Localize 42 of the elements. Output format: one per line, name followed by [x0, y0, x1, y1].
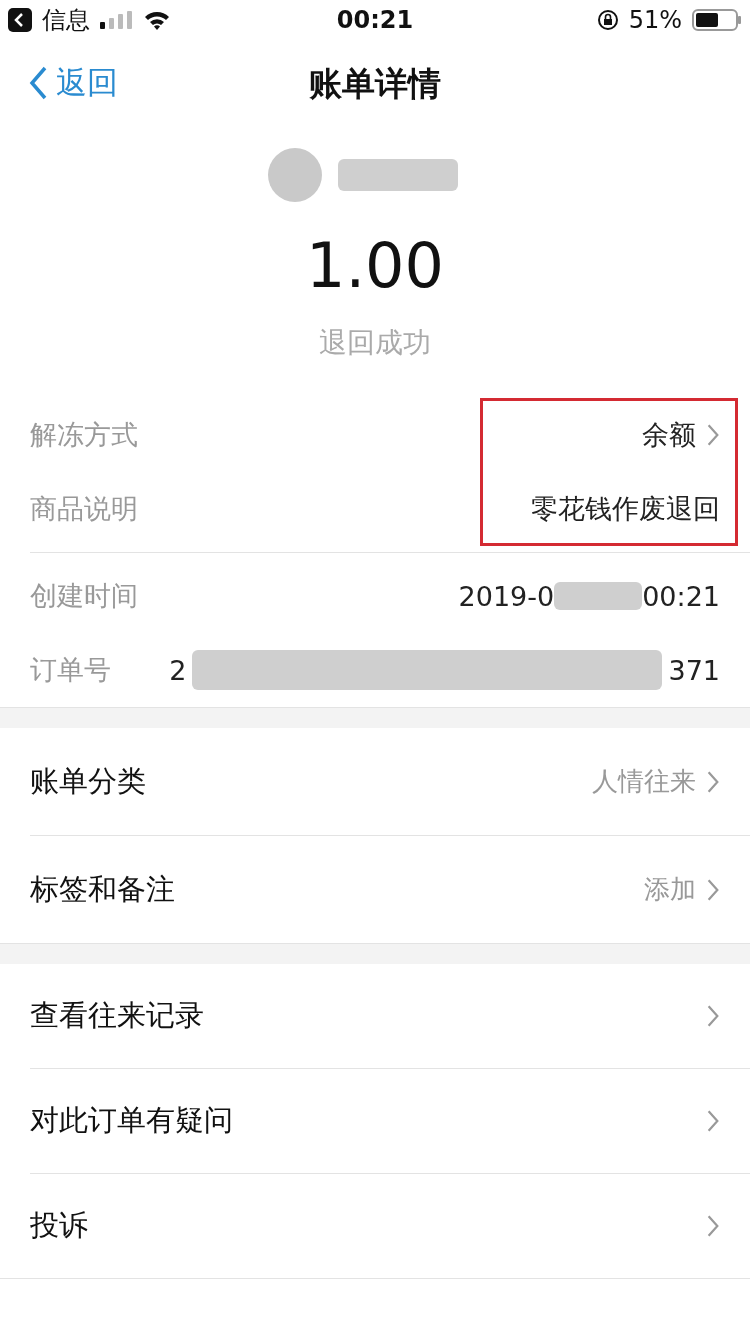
menu-value: 添加 [644, 873, 696, 906]
menu-label: 投诉 [30, 1207, 88, 1244]
detail-value: 2019-0 [458, 580, 555, 612]
page-title: 账单详情 [309, 62, 441, 105]
menu-label: 标签和备注 [30, 870, 175, 908]
detail-label: 解冻方式 [30, 418, 138, 452]
chevron-icon [706, 769, 720, 794]
battery-icon [692, 9, 742, 31]
chevron-icon [706, 877, 720, 902]
chevron-icon [706, 1004, 720, 1028]
menu-label: 查看往来记录 [30, 997, 204, 1034]
menu-value: 人情往来 [592, 765, 696, 798]
rotation-lock-icon [596, 9, 619, 31]
menu-row[interactable]: 对此订单有疑问 [30, 1069, 750, 1174]
detail-value: 00:21 [642, 580, 720, 612]
wifi-icon [144, 10, 170, 30]
status-text: 退回成功 [319, 325, 431, 361]
menu-row[interactable]: 查看往来记录 [30, 964, 750, 1069]
battery-percent: 51% [628, 6, 682, 34]
detail-value: 371 [668, 654, 720, 686]
back-app-label[interactable]: 信息 [42, 4, 90, 36]
menu-label: 对此订单有疑问 [30, 1102, 233, 1139]
detail-value: 零花钱作废退回 [531, 492, 720, 526]
menu-label: 账单分类 [30, 762, 146, 800]
menu-row[interactable]: 账单分类 人情往来 [30, 728, 750, 836]
back-button[interactable]: 返回 [28, 62, 118, 104]
avatar [268, 148, 322, 202]
detail-value[interactable]: 余额 [642, 417, 696, 453]
detail-label: 商品说明 [30, 492, 138, 526]
clock: 00:21 [336, 6, 414, 34]
detail-value: 2 [169, 654, 187, 686]
chevron-icon [706, 1214, 720, 1238]
chevron-icon [28, 65, 48, 101]
menu-row[interactable]: 标签和备注 添加 [30, 836, 750, 943]
signal-icon [100, 11, 134, 29]
detail-label: 订单号 [30, 653, 111, 687]
amount: 1.00 [305, 230, 444, 302]
detail-label: 创建时间 [30, 579, 138, 613]
menu-row[interactable]: 投诉 [30, 1174, 750, 1278]
back-app-icon[interactable] [8, 8, 32, 32]
chevron-icon [706, 423, 720, 447]
chevron-icon [706, 1109, 720, 1133]
